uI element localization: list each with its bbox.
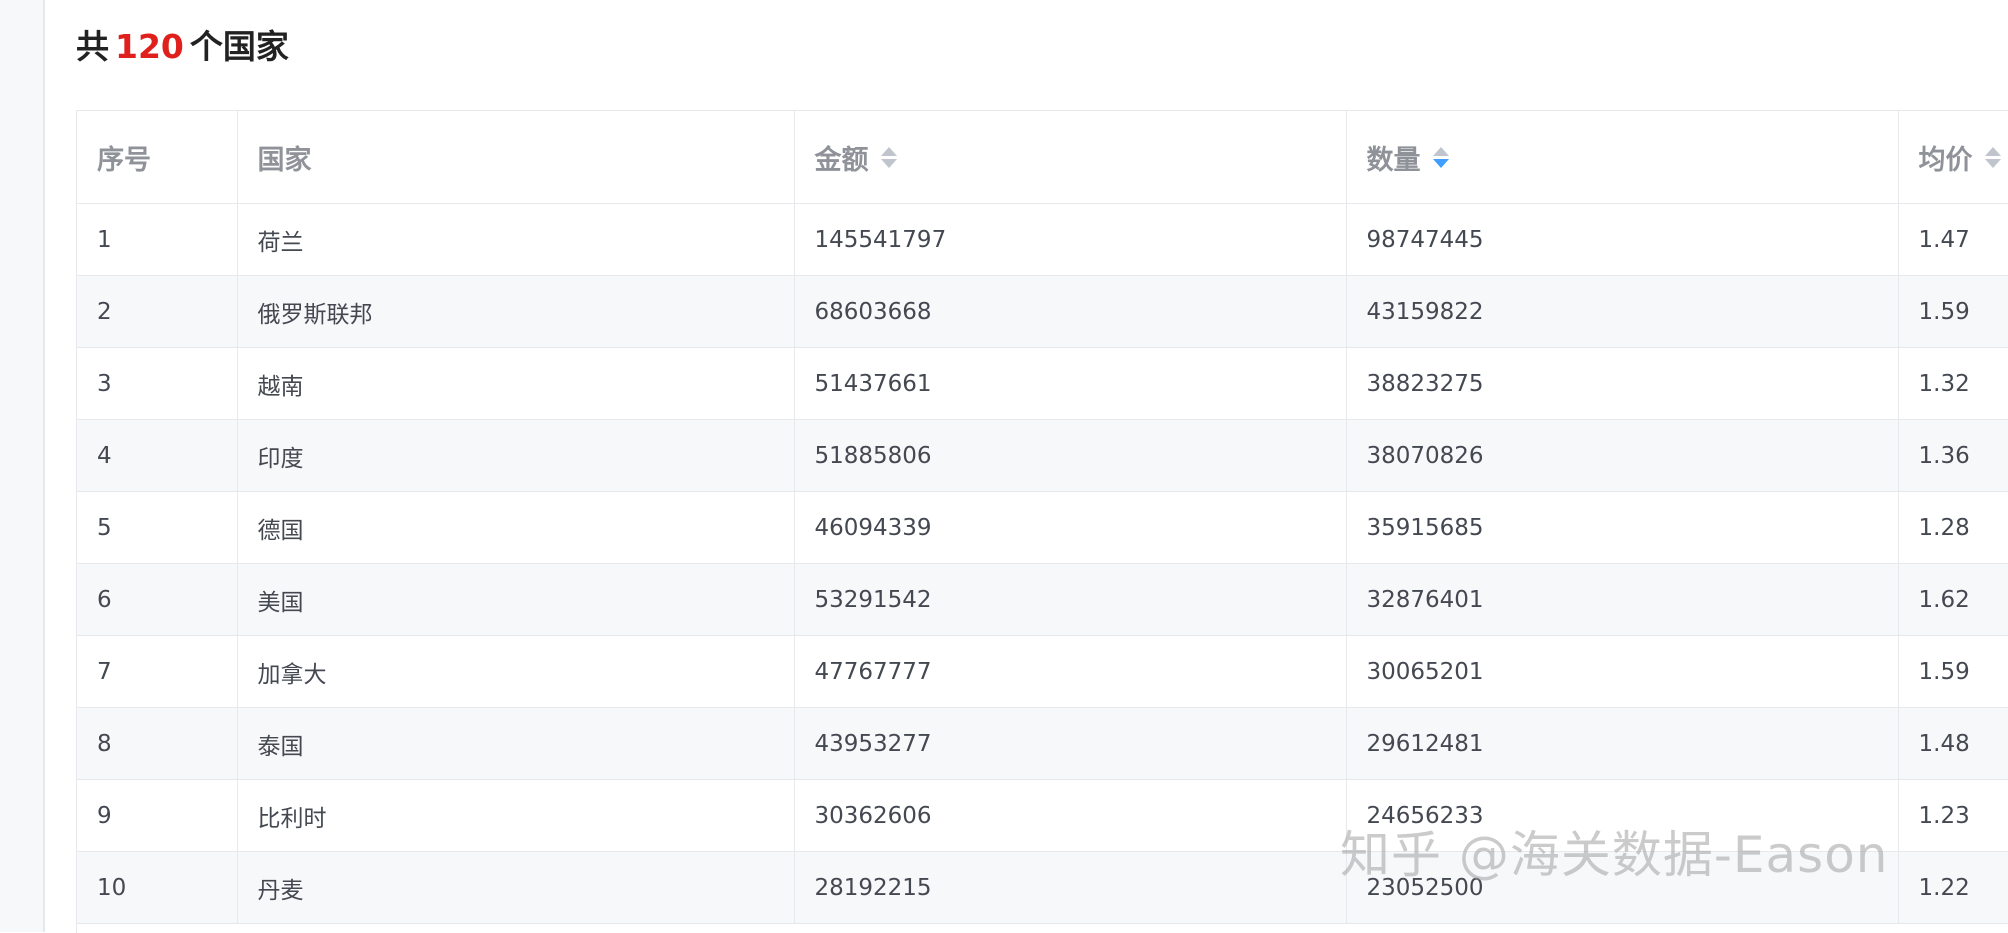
cell-avg-price: 1.22 — [1898, 851, 2008, 924]
result-count-summary: 共 120 个国家 — [76, 22, 289, 72]
cell-avg-price: 1.59 — [1898, 635, 2008, 708]
cell-country: 加拿大 — [237, 635, 795, 708]
cell-country: 越南 — [237, 347, 795, 420]
cell-amount: 28192215 — [794, 851, 1347, 924]
cell-country: 俄罗斯联邦 — [237, 275, 795, 348]
table-row[interactable]: 3 越南 51437661 38823275 1.32 — [77, 347, 2008, 420]
cell-country: 泰国 — [237, 707, 795, 780]
cell-quantity: 29612481 — [1346, 707, 1899, 780]
cell-amount: 68603668 — [794, 275, 1347, 348]
country-table-container: 序号 国家 金额 数量 均价 1 荷兰 145541797 98747445 1… — [76, 110, 2008, 933]
cell-amount: 30362606 — [794, 779, 1347, 852]
summary-prefix: 共 — [76, 27, 109, 66]
sort-neutral-icon[interactable] — [1984, 146, 2001, 168]
table-row[interactable]: 2 俄罗斯联邦 68603668 43159822 1.59 — [77, 275, 2008, 348]
cell-quantity: 43159822 — [1346, 275, 1899, 348]
cell-country: 比利时 — [237, 779, 795, 852]
table-row[interactable]: 4 印度 51885806 38070826 1.36 — [77, 419, 2008, 492]
cell-avg-price: 1.48 — [1898, 707, 2008, 780]
header-avg-price[interactable]: 均价 — [1898, 111, 2008, 204]
summary-suffix: 个国家 — [189, 27, 289, 66]
sort-neutral-icon[interactable] — [880, 146, 897, 168]
cell-quantity: 32876401 — [1346, 563, 1899, 636]
cell-avg-price: 1.59 — [1898, 275, 2008, 348]
cell-index: 5 — [77, 491, 238, 564]
cell-amount: 53291542 — [794, 563, 1347, 636]
header-quantity[interactable]: 数量 — [1346, 111, 1899, 204]
cell-avg-price: 1.32 — [1898, 347, 2008, 420]
cell-index: 10 — [77, 851, 238, 924]
cell-avg-price: 1.47 — [1898, 203, 2008, 276]
table-row[interactable]: 1 荷兰 145541797 98747445 1.47 — [77, 203, 2008, 276]
cell-country: 德国 — [237, 491, 795, 564]
cell-amount: 51437661 — [794, 347, 1347, 420]
header-amount[interactable]: 金额 — [794, 111, 1347, 204]
cell-quantity: 30065201 — [1346, 635, 1899, 708]
cell-index: 1 — [77, 203, 238, 276]
sort-descending-icon[interactable] — [1432, 146, 1449, 168]
cell-index: 3 — [77, 347, 238, 420]
cell-avg-price: 1.28 — [1898, 491, 2008, 564]
cell-index: 2 — [77, 275, 238, 348]
cell-amount: 46094339 — [794, 491, 1347, 564]
cell-quantity: 98747445 — [1346, 203, 1899, 276]
cell-amount: 51885806 — [794, 419, 1347, 492]
cell-amount: 43953277 — [794, 707, 1347, 780]
header-index-label: 序号 — [97, 144, 151, 176]
header-quantity-label: 数量 — [1366, 144, 1421, 176]
header-index: 序号 — [77, 111, 238, 204]
left-sidebar-rail — [0, 0, 45, 932]
cell-avg-price: 1.62 — [1898, 563, 2008, 636]
cell-avg-price: 1.23 — [1898, 779, 2008, 852]
cell-country: 印度 — [237, 419, 795, 492]
table-header-row: 序号 国家 金额 数量 均价 — [77, 111, 2008, 204]
country-count: 120 — [115, 27, 184, 66]
cell-index: 7 — [77, 635, 238, 708]
cell-quantity: 35915685 — [1346, 491, 1899, 564]
watermark-text: 知乎 @海关数据-Eason — [1340, 826, 1889, 884]
cell-country: 美国 — [237, 563, 795, 636]
cell-quantity: 38070826 — [1346, 419, 1899, 492]
cell-index: 6 — [77, 563, 238, 636]
header-country-label: 国家 — [257, 144, 312, 176]
header-avg-price-label: 均价 — [1918, 144, 1973, 176]
header-country: 国家 — [237, 111, 795, 204]
cell-quantity: 38823275 — [1346, 347, 1899, 420]
header-amount-label: 金额 — [814, 144, 869, 176]
table-row[interactable]: 5 德国 46094339 35915685 1.28 — [77, 491, 2008, 564]
cell-country: 丹麦 — [237, 851, 795, 924]
country-table: 序号 国家 金额 数量 均价 1 荷兰 145541797 98747445 1… — [77, 111, 2008, 924]
cell-index: 9 — [77, 779, 238, 852]
table-row[interactable]: 6 美国 53291542 32876401 1.62 — [77, 563, 2008, 636]
table-row[interactable]: 7 加拿大 47767777 30065201 1.59 — [77, 635, 2008, 708]
cell-amount: 145541797 — [794, 203, 1347, 276]
table-row[interactable]: 8 泰国 43953277 29612481 1.48 — [77, 707, 2008, 780]
cell-avg-price: 1.36 — [1898, 419, 2008, 492]
cell-index: 8 — [77, 707, 238, 780]
cell-amount: 47767777 — [794, 635, 1347, 708]
cell-country: 荷兰 — [237, 203, 795, 276]
cell-index: 4 — [77, 419, 238, 492]
